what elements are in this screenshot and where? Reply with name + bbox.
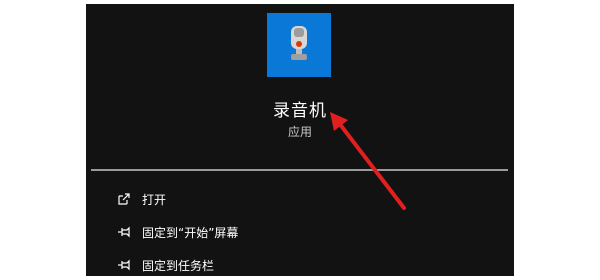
pin-icon bbox=[118, 259, 130, 271]
menu-item-pin-to-start[interactable]: 固定到“开始”屏幕 bbox=[86, 217, 514, 247]
microphone-icon bbox=[291, 26, 307, 60]
pin-icon bbox=[118, 226, 130, 238]
open-icon bbox=[118, 193, 130, 205]
menu-item-label: 固定到“开始”屏幕 bbox=[142, 226, 239, 240]
menu-item-label: 打开 bbox=[142, 193, 167, 207]
menu-item-label: 固定到任务栏 bbox=[142, 259, 215, 273]
app-type: 应用 bbox=[287, 125, 312, 139]
menu-item-open[interactable]: 打开 bbox=[86, 184, 514, 214]
app-name: 录音机 bbox=[273, 101, 327, 121]
context-panel: 录音机 应用 打开 固定到“开始”屏幕 固定到任务栏 bbox=[86, 4, 514, 276]
app-tile[interactable] bbox=[267, 13, 331, 77]
divider bbox=[91, 169, 508, 171]
